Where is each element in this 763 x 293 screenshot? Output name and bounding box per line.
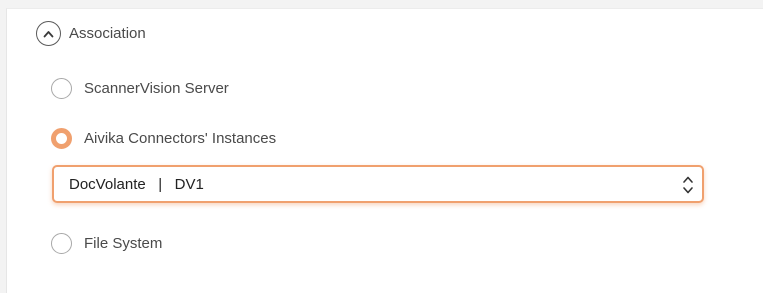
option-file-system[interactable]: File System (51, 233, 162, 254)
radio-file-system[interactable] (51, 233, 72, 254)
radio-scannervision-server[interactable] (51, 78, 72, 99)
collapse-button[interactable] (36, 21, 61, 46)
association-panel: Association ScannerVision Server Aivika … (6, 8, 763, 293)
instance-select-value: DocVolante | DV1 (69, 175, 204, 193)
option-label: ScannerVision Server (84, 80, 229, 97)
section-header: Association (36, 21, 146, 46)
option-label: File System (84, 235, 163, 252)
chevron-up-icon (43, 30, 54, 37)
option-label: Aivika Connectors' Instances (84, 130, 277, 147)
updown-arrows-icon (683, 176, 693, 194)
section-title: Association (69, 25, 146, 42)
option-scannervision-server[interactable]: ScannerVision Server (51, 78, 229, 99)
option-aivika-connectors-instances[interactable]: Aivika Connectors' Instances (51, 128, 276, 149)
instance-select[interactable]: DocVolante | DV1 (52, 165, 704, 203)
radio-aivika-connectors-instances[interactable] (51, 128, 72, 149)
